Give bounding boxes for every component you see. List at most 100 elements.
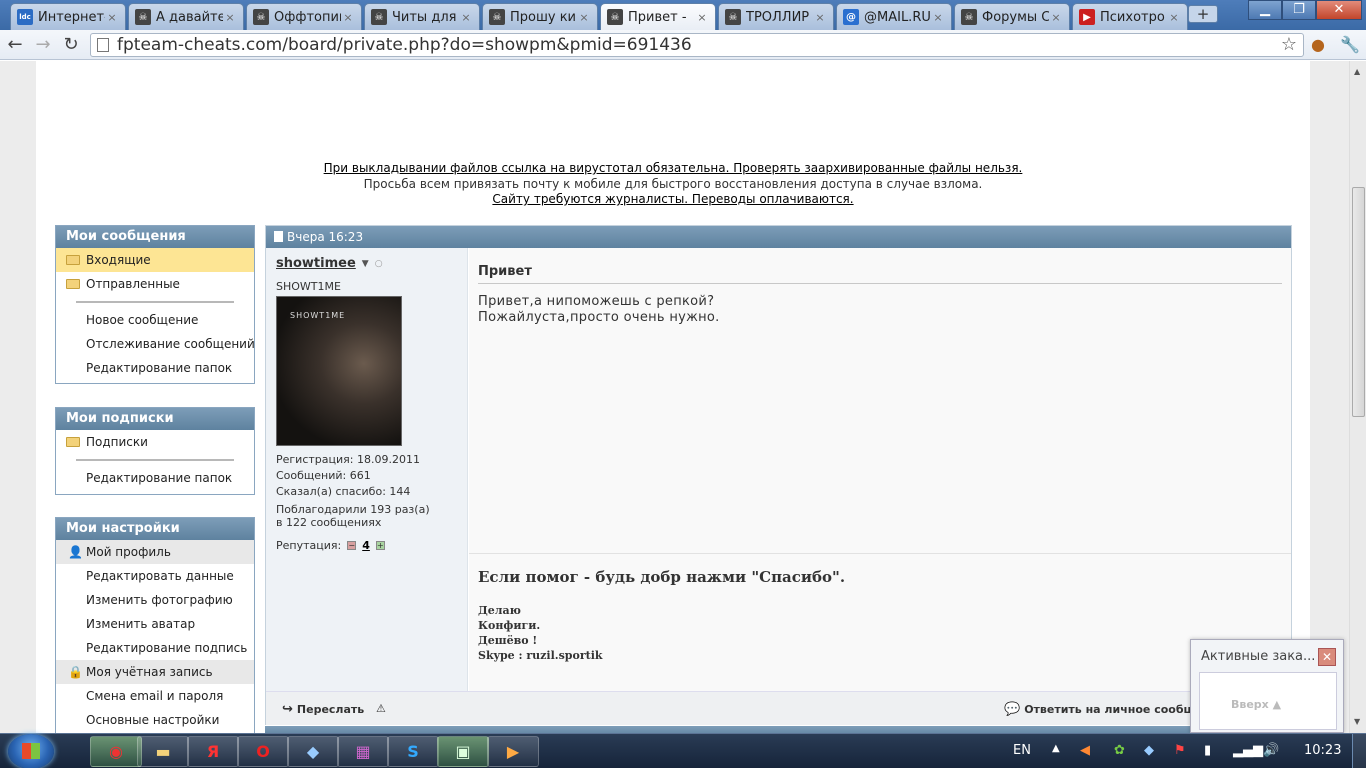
scrollbar-thumb[interactable] [1352,187,1365,417]
tab-close-icon[interactable]: × [105,11,119,24]
taskbar-chrome[interactable]: ◉ [90,736,142,767]
browser-tab[interactable]: ☠ ТРОЛЛИР × [718,3,834,30]
tab-close-icon[interactable]: × [1167,11,1181,24]
tab-title: Форумы С [982,9,1049,25]
lock-icon: 🔒 [68,665,83,679]
reputation-minus-button[interactable]: − [347,541,357,550]
avatar[interactable]: SHOWT1ME [276,296,402,446]
browser-tab[interactable]: ☠ Форумы С × [954,3,1070,30]
skull-icon: ☠ [135,9,151,25]
back-button[interactable]: ← [4,34,26,56]
taskbar-notepad[interactable]: ◆ [287,736,339,767]
sidebar-item-change-email[interactable]: Смена email и пароля [56,684,254,708]
notice-virustotal[interactable]: При выкладывании файлов ссылка на вируст… [36,161,1310,175]
sidebar-item-edit-folders[interactable]: Редактирование папок [56,356,254,380]
sidebar-item-edit-signature[interactable]: Редактирование подпись [56,636,254,660]
scroll-down-arrow-icon[interactable]: ▼ [1354,717,1360,726]
taskbar-explorer[interactable]: ▬ [137,736,189,767]
browser-tab[interactable]: ☠ Оффтопик × [246,3,362,30]
forward-button[interactable]: ↪ Переслать [282,702,364,717]
maximize-button[interactable]: ❐ [1282,0,1316,20]
tab-close-icon[interactable]: × [1049,11,1063,24]
sidebar-item-my-account[interactable]: 🔒 Моя учётная запись [56,660,254,684]
taskbar-media-player[interactable]: ▶ [487,736,539,767]
wrench-icon[interactable]: 🔧 [1340,35,1360,54]
browser-tab[interactable]: @ @MAIL.RU × [836,3,952,30]
popup-close-button[interactable]: ✕ [1318,648,1336,666]
message-date: Вчера 16:23 [287,230,364,244]
minimize-button[interactable]: ▁ [1248,0,1282,20]
extension-icon[interactable]: ● [1311,35,1325,54]
sidebar-item-edit-data[interactable]: Редактировать данные [56,564,254,588]
reputation: Репутация: − 4 + [276,539,385,552]
reload-button[interactable]: ↻ [60,34,82,56]
report-icon[interactable]: ⚠ [376,702,386,715]
youtube-icon: ▶ [1079,9,1095,25]
chat-tray-icon[interactable]: ✿ [1114,743,1125,758]
user-stats: Регистрация: 18.09.2011 Сообщений: 661 С… [276,452,457,529]
notice-journalists[interactable]: Сайту требуются журналисты. Переводы опл… [36,192,1310,206]
scroll-up-arrow-icon[interactable]: ▲ [1354,67,1360,76]
windows-logo-icon [22,743,40,759]
tab-close-icon[interactable]: × [813,11,827,24]
taskbar-winrar[interactable]: ▦ [337,736,389,767]
browser-tab[interactable]: ☠ Привет - × [600,3,716,30]
signal-icon[interactable]: ▂▄▆ [1233,743,1263,758]
taskbar-skype[interactable]: S [387,736,439,767]
forward-button[interactable]: → [32,34,54,56]
taskbar-opera[interactable]: O [237,736,289,767]
tab-close-icon[interactable]: × [223,11,237,24]
browser-tab[interactable]: ☠ Читы для × [364,3,480,30]
speaker-tray-icon[interactable]: ◀ [1080,743,1090,758]
sidebar-item-change-photo[interactable]: Изменить фотографию [56,588,254,612]
tab-close-icon[interactable]: × [577,11,591,24]
sidebar-item-my-profile[interactable]: 👤 Мой профиль [56,540,254,564]
signature-divider [469,553,1291,554]
sidebar-item-main-settings[interactable]: Основные настройки [56,708,254,732]
opera-icon: O [256,742,270,761]
browser-tab[interactable]: ▶ Психотро × [1072,3,1188,30]
clock[interactable]: 10:23 [1304,743,1341,758]
bookmark-star-icon[interactable]: ☆ [1281,34,1297,56]
reputation-plus-button[interactable]: + [375,541,385,550]
taskbar-game[interactable]: ▣ [437,736,489,767]
tab-close-icon[interactable]: × [931,11,945,24]
volume-icon[interactable]: 🔊 [1263,743,1279,758]
browser-tab[interactable]: ☠ А давайте × [128,3,244,30]
tab-close-icon[interactable]: × [459,11,473,24]
address-bar[interactable]: fpteam-cheats.com/board/private.php?do=s… [90,33,1304,57]
close-window-button[interactable]: ✕ [1316,0,1362,20]
sidebar-item-sent[interactable]: Отправленные [56,272,254,296]
skull-icon: ☠ [253,9,269,25]
user-menu-dropdown-icon[interactable]: ▼ [362,259,369,269]
browser-tab[interactable]: ☠ Прошу ки × [482,3,598,30]
sidebar-item-subscriptions[interactable]: Подписки [56,430,254,454]
sidebar-item-edit-sub-folders[interactable]: Редактирование папок [56,466,254,490]
show-hidden-icons-icon[interactable]: ▲ [1052,743,1060,754]
sidebar-item-change-avatar[interactable]: Изменить аватар [56,612,254,636]
new-tab-button[interactable]: + [1188,5,1218,23]
taskbar-yandex[interactable]: Я [187,736,239,767]
browser-toolbar: ← → ↻ fpteam-cheats.com/board/private.ph… [0,30,1366,60]
start-button[interactable] [8,734,54,768]
battery-icon[interactable]: ▮ [1204,743,1211,758]
yandex-icon: Я [206,742,220,761]
flag-tray-icon[interactable]: ⚑ [1174,743,1186,758]
network-app-tray-icon[interactable]: ◆ [1144,743,1154,758]
show-desktop-button[interactable] [1352,734,1366,768]
tab-close-icon[interactable]: × [341,11,355,24]
sidebar-item-inbox[interactable]: Входящие [56,248,254,272]
username-link[interactable]: showtimee [276,256,356,271]
my-subscriptions-block: Мои подписки Подписки Редактирование пап… [55,407,255,495]
sidebar-item-new-message[interactable]: Новое сообщение [56,308,254,332]
vertical-scrollbar[interactable]: ▲ ▼ [1349,61,1366,733]
language-indicator[interactable]: EN [1013,743,1031,758]
scroll-to-top-button[interactable]: Вверх ▲ [1231,698,1281,711]
document-icon [274,231,283,242]
sidebar-item-tracking[interactable]: Отслеживание сообщений [56,332,255,356]
reputation-value[interactable]: 4 [362,539,370,552]
archive-icon: ▦ [355,742,371,761]
message-footer: ↪ Переслать ⚠ 💬 Ответить на личное сообщен… [266,691,1291,725]
tab-close-icon[interactable]: × [695,11,709,24]
browser-tab[interactable]: ldc Интернет- × [10,3,126,30]
